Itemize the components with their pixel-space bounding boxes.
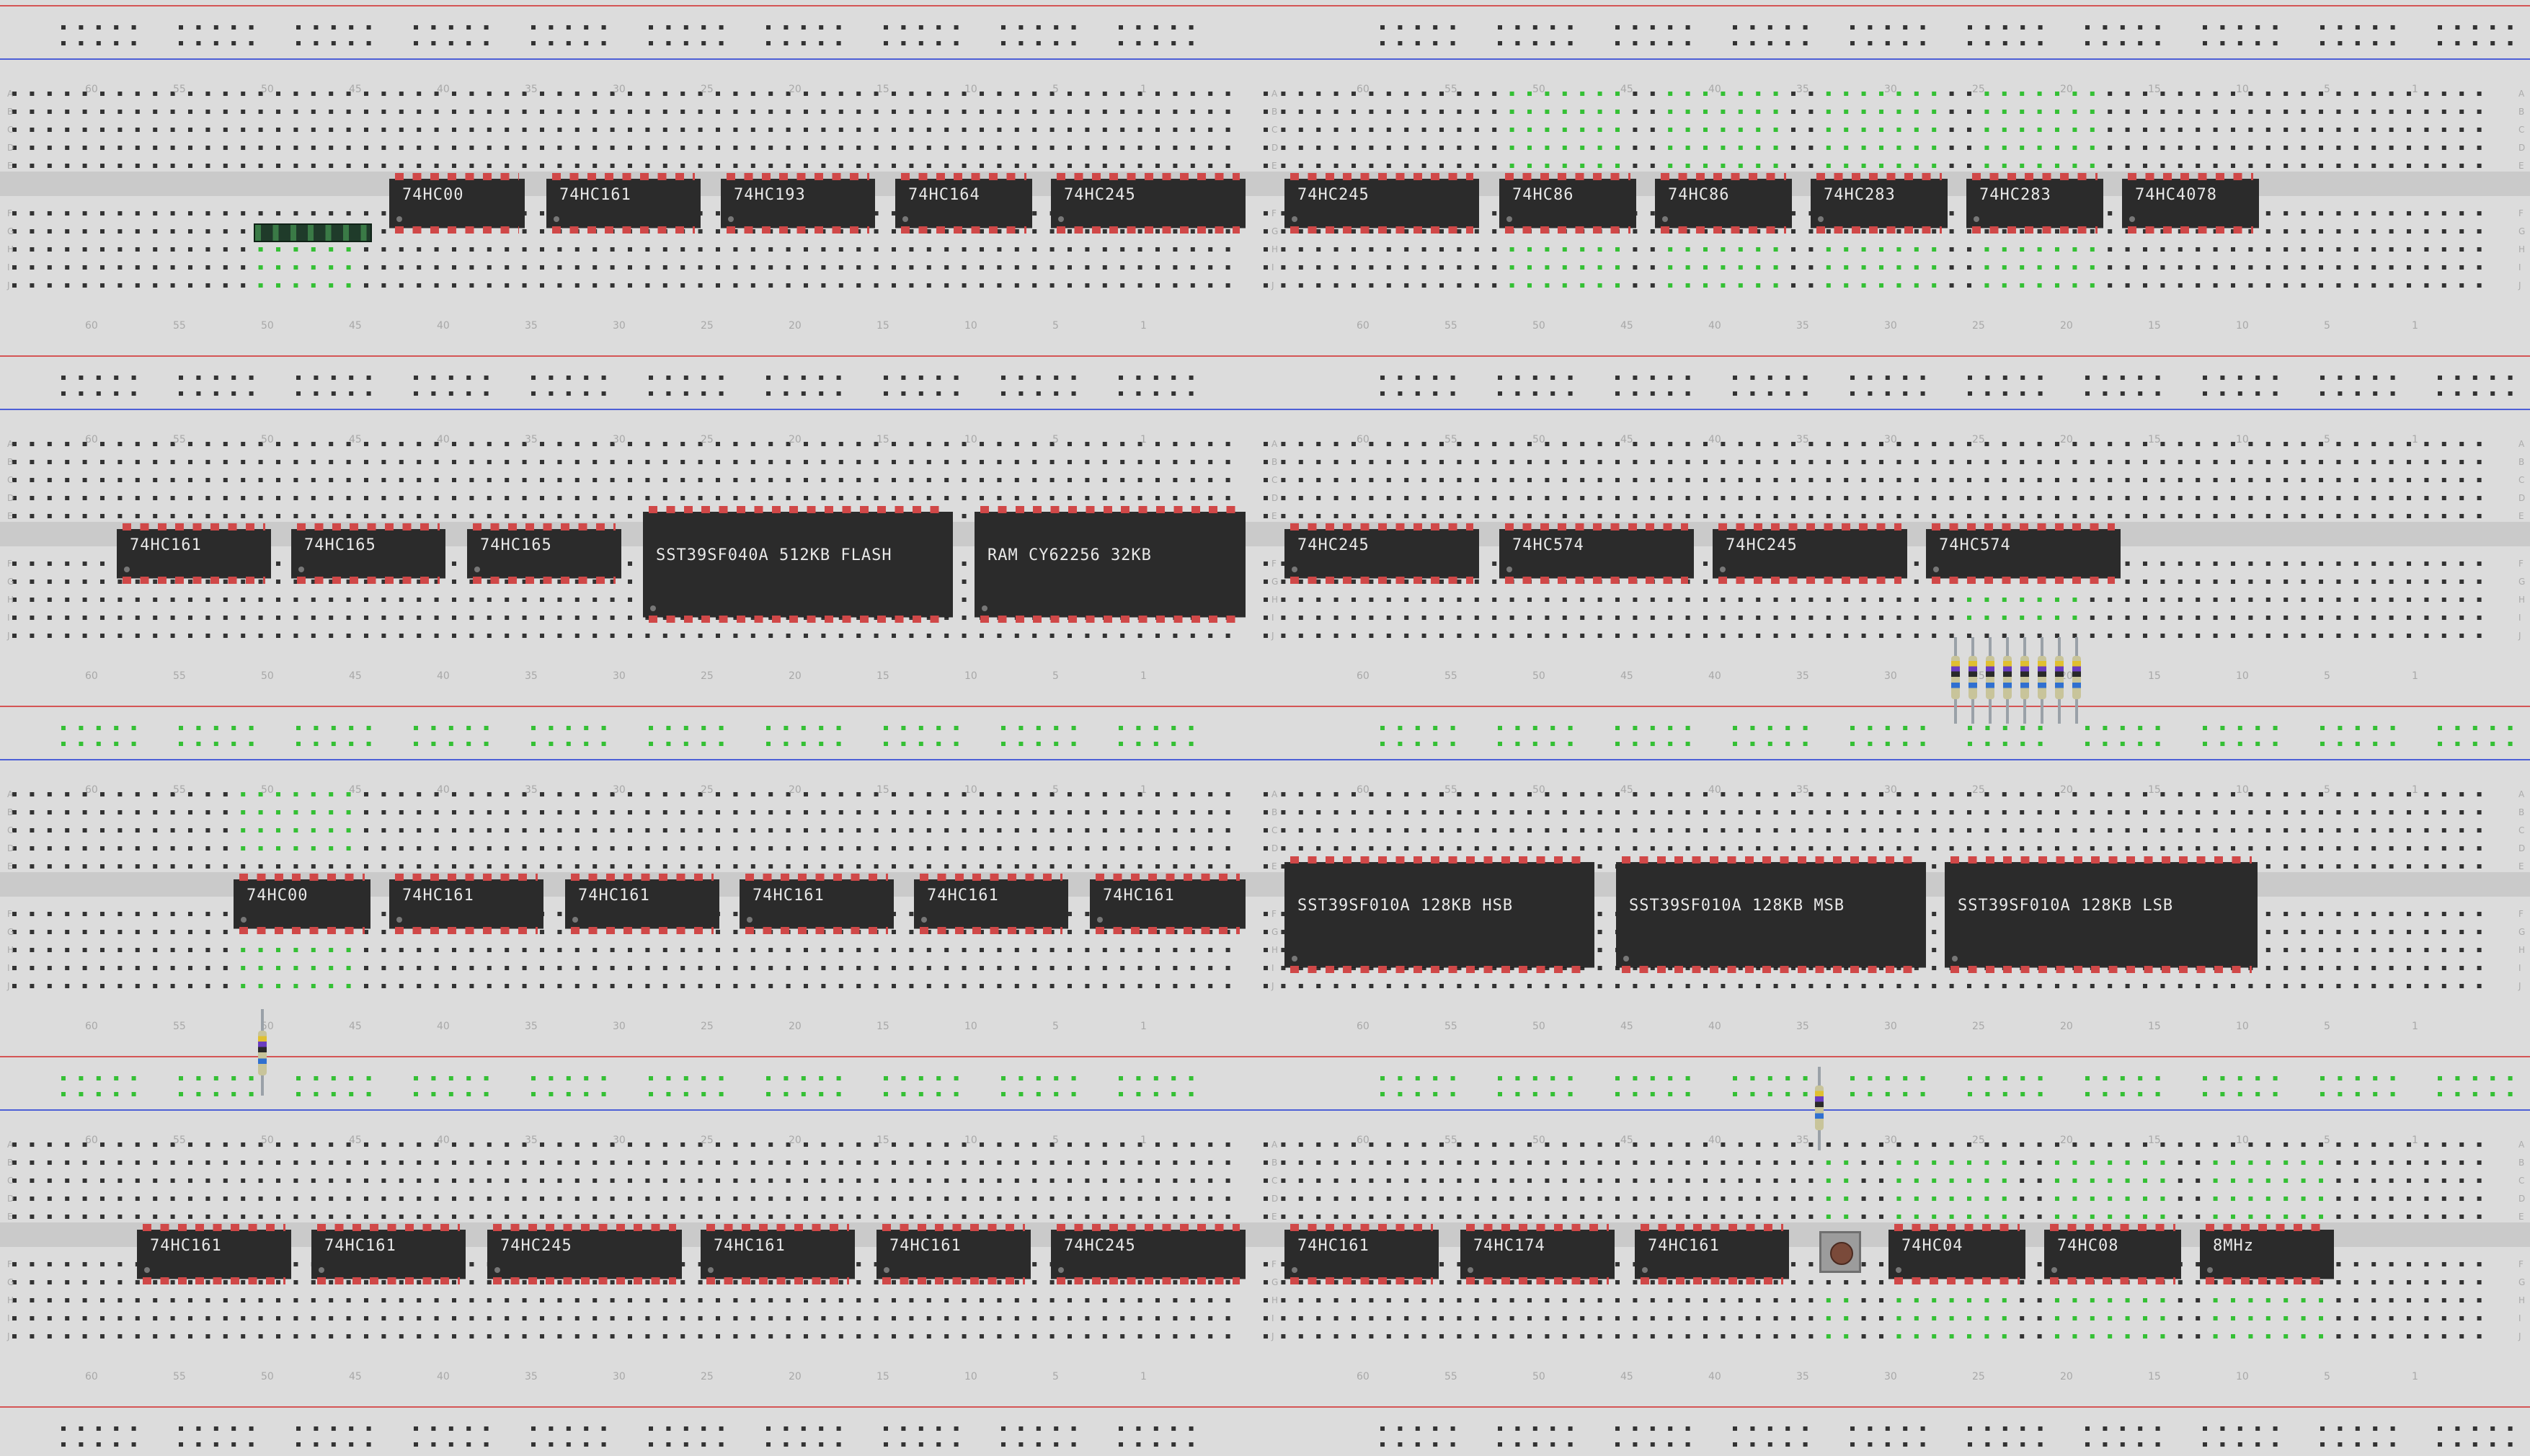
chip-label: 74HC161 bbox=[402, 887, 474, 905]
chip-label: 74HC161 bbox=[559, 186, 631, 204]
chip-r1c7[interactable]: 74HC86 bbox=[1499, 173, 1636, 234]
chip-label: 8MHz bbox=[2213, 1237, 2254, 1255]
chip-r2c5[interactable]: RAM CY62256 32KB bbox=[975, 506, 1246, 623]
chip-label: 74HC245 bbox=[1297, 536, 1370, 554]
chip-label: 74HC574 bbox=[1939, 536, 2011, 554]
chip-label: 74HC245 bbox=[500, 1237, 572, 1255]
chip-label: 74HC245 bbox=[1064, 1237, 1136, 1255]
chip-label: 74HC245 bbox=[1064, 186, 1136, 204]
chip-label: 74HC161 bbox=[1648, 1237, 1720, 1255]
chip-r1c8[interactable]: 74HC86 bbox=[1655, 173, 1792, 234]
chip-label: 74HC00 bbox=[402, 186, 464, 204]
chip-label: 74HC283 bbox=[1824, 186, 1896, 204]
chip-r4c5[interactable]: 74HC161 bbox=[876, 1224, 1031, 1284]
chip-r3c4[interactable]: 74HC161 bbox=[740, 874, 894, 934]
chip-r1c3[interactable]: 74HC193 bbox=[721, 173, 875, 234]
pin-header[interactable] bbox=[254, 223, 372, 242]
chip-label: 74HC245 bbox=[1297, 186, 1370, 204]
chip-r4c3[interactable]: 74HC245 bbox=[487, 1224, 682, 1284]
breadboard-canvas: 60 60 55 55 50 50 45 45 40 40 35 35 30 30 25 25 20 20 15 15… bbox=[0, 0, 2530, 1456]
button-cap-icon bbox=[1830, 1242, 1853, 1265]
resistor[interactable] bbox=[1815, 1067, 1824, 1150]
resistor[interactable] bbox=[258, 1009, 267, 1096]
chip-r3c9[interactable]: SST39SF010A 128KB LSB bbox=[1945, 856, 2258, 973]
chip-r1c5[interactable]: 74HC245 bbox=[1051, 173, 1246, 234]
chip-label: 74HC193 bbox=[734, 186, 806, 204]
chip-label: SST39SF010A 128KB HSB bbox=[1297, 897, 1514, 915]
chip-label: 74HC161 bbox=[753, 887, 825, 905]
chip-r4c6[interactable]: 74HC245 bbox=[1051, 1224, 1246, 1284]
chip-label: 74HC161 bbox=[578, 887, 650, 905]
chip-label: 74HC574 bbox=[1512, 536, 1584, 554]
chip-r2c9[interactable]: 74HC574 bbox=[1926, 523, 2121, 584]
resistor[interactable] bbox=[2055, 637, 2064, 724]
chip-r3c2[interactable]: 74HC161 bbox=[389, 874, 543, 934]
chip-r4c4[interactable]: 74HC161 bbox=[701, 1224, 855, 1284]
chip-label: 74HC161 bbox=[889, 1237, 962, 1255]
chip-r3c6[interactable]: 74HC161 bbox=[1090, 874, 1246, 934]
chip-label: 74HC165 bbox=[480, 536, 552, 554]
chip-r3c8[interactable]: SST39SF010A 128KB MSB bbox=[1616, 856, 1926, 973]
chip-label: 74HC04 bbox=[1901, 1237, 1963, 1255]
chip-r4c2[interactable]: 74HC161 bbox=[311, 1224, 466, 1284]
chip-label: 74HC245 bbox=[1726, 536, 1798, 554]
chip-r2c3[interactable]: 74HC165 bbox=[467, 523, 621, 584]
chip-label: 74HC161 bbox=[714, 1237, 786, 1255]
chip-r2c4[interactable]: SST39SF040A 512KB FLASH bbox=[643, 506, 953, 623]
chip-r2c8[interactable]: 74HC245 bbox=[1713, 523, 1907, 584]
chip-label: 74HC08 bbox=[2057, 1237, 2119, 1255]
chip-r3c7[interactable]: SST39SF010A 128KB HSB bbox=[1284, 856, 1594, 973]
chip-r4c12[interactable]: 8MHz bbox=[2200, 1224, 2334, 1284]
chip-r4c9[interactable]: 74HC161 bbox=[1635, 1224, 1789, 1284]
chip-r4c8[interactable]: 74HC174 bbox=[1460, 1224, 1615, 1284]
chip-r4c7[interactable]: 74HC161 bbox=[1284, 1224, 1439, 1284]
chip-label: 74HC161 bbox=[130, 536, 202, 554]
chip-r2c1[interactable]: 74HC161 bbox=[117, 523, 271, 584]
chip-r1c9[interactable]: 74HC283 bbox=[1811, 173, 1948, 234]
push-button[interactable] bbox=[1819, 1231, 1861, 1273]
chip-r1c6[interactable]: 74HC245 bbox=[1284, 173, 1479, 234]
chip-label: 74HC283 bbox=[1979, 186, 2051, 204]
resistor[interactable] bbox=[2020, 637, 2029, 724]
chip-label: SST39SF010A 128KB MSB bbox=[1629, 897, 1845, 915]
chip-label: SST39SF010A 128KB LSB bbox=[1958, 897, 2174, 915]
resistor[interactable] bbox=[1986, 637, 1994, 724]
resistor[interactable] bbox=[2072, 637, 2081, 724]
chip-r2c6[interactable]: 74HC245 bbox=[1284, 523, 1479, 584]
chip-r1c10[interactable]: 74HC283 bbox=[1966, 173, 2103, 234]
chip-label: 74HC161 bbox=[150, 1237, 222, 1255]
chip-r3c3[interactable]: 74HC161 bbox=[565, 874, 719, 934]
chip-r2c2[interactable]: 74HC165 bbox=[291, 523, 445, 584]
chip-label: 74HC86 bbox=[1668, 186, 1730, 204]
resistor[interactable] bbox=[1951, 637, 1960, 724]
resistor[interactable] bbox=[1968, 637, 1977, 724]
chip-r1c2[interactable]: 74HC161 bbox=[546, 173, 701, 234]
chip-r1c11[interactable]: 74HC4078 bbox=[2122, 173, 2259, 234]
chip-label: 74HC4078 bbox=[2135, 186, 2217, 204]
chip-r1c1[interactable]: 74HC00 bbox=[389, 173, 525, 234]
resistor[interactable] bbox=[2003, 637, 2012, 724]
chip-label: 74HC164 bbox=[908, 186, 980, 204]
chip-r4c11[interactable]: 74HC08 bbox=[2044, 1224, 2181, 1284]
chip-label: SST39SF040A 512KB FLASH bbox=[656, 546, 892, 564]
chip-r4c10[interactable]: 74HC04 bbox=[1888, 1224, 2025, 1284]
chip-label: 74HC165 bbox=[304, 536, 376, 554]
chip-label: 74HC174 bbox=[1473, 1237, 1545, 1255]
resistor[interactable] bbox=[2038, 637, 2046, 724]
chip-label: 74HC86 bbox=[1512, 186, 1574, 204]
chip-label: RAM CY62256 32KB bbox=[987, 546, 1152, 564]
chip-r1c4[interactable]: 74HC164 bbox=[895, 173, 1032, 234]
chip-label: 74HC161 bbox=[927, 887, 999, 905]
chip-r3c1[interactable]: 74HC00 bbox=[234, 874, 370, 934]
chip-r3c5[interactable]: 74HC161 bbox=[914, 874, 1068, 934]
chip-label: 74HC161 bbox=[324, 1237, 396, 1255]
chip-label: 74HC161 bbox=[1103, 887, 1175, 905]
chip-r4c1[interactable]: 74HC161 bbox=[137, 1224, 291, 1284]
chip-label: 74HC00 bbox=[247, 887, 309, 905]
chip-r2c7[interactable]: 74HC574 bbox=[1499, 523, 1694, 584]
chip-label: 74HC161 bbox=[1297, 1237, 1370, 1255]
